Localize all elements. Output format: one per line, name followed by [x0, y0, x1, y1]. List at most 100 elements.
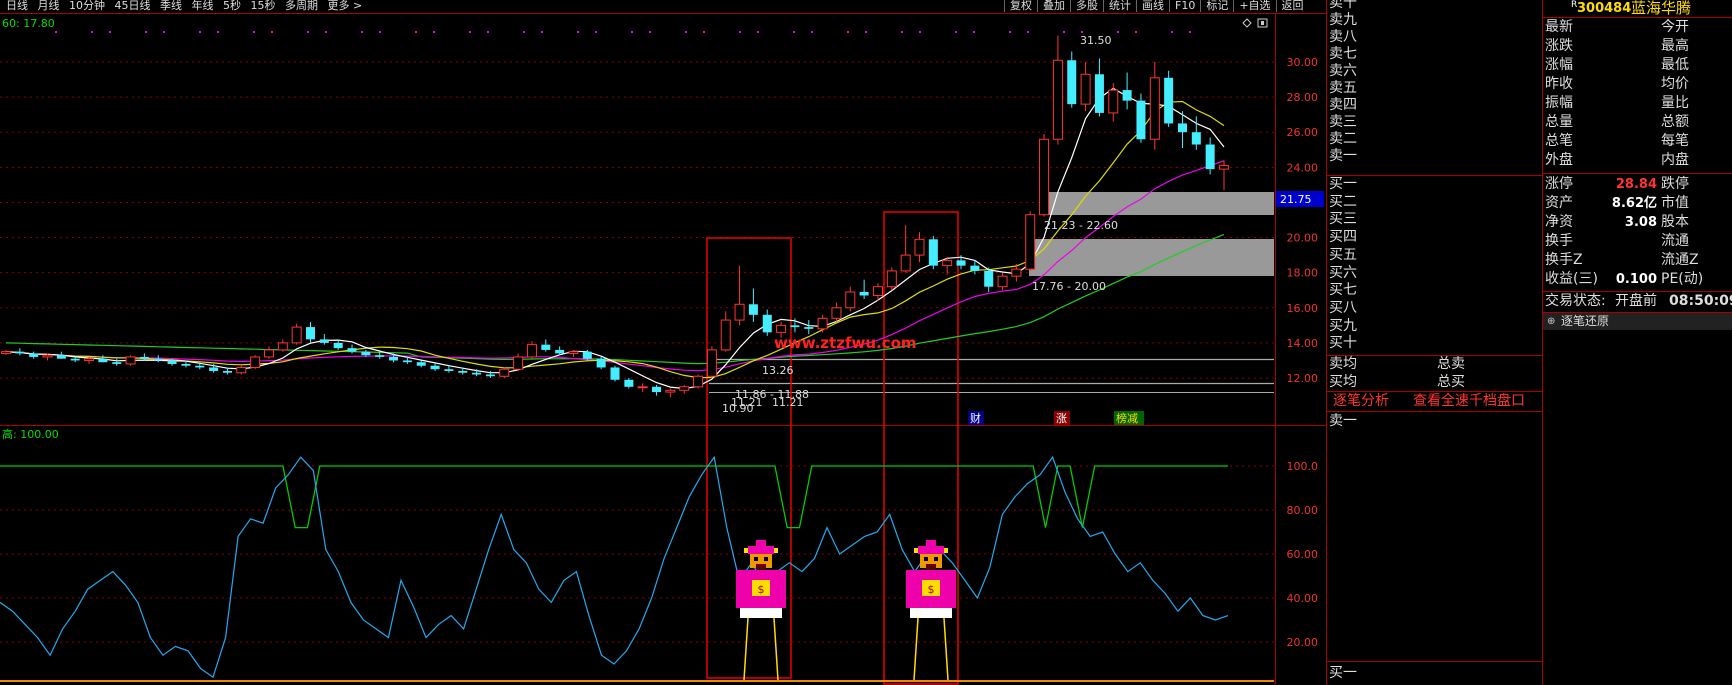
candle-body: [928, 239, 938, 266]
quote-field-label: 振幅: [1545, 95, 1573, 111]
candle-body: [679, 386, 690, 391]
candle-body: [1011, 268, 1022, 277]
candle-body: [15, 351, 25, 354]
quote-field-value: 3.08: [1624, 215, 1657, 230]
candle-body: [263, 349, 274, 358]
candle-body: [361, 351, 371, 356]
candle-body: [485, 374, 495, 377]
indicator-tick-label: 60.00: [1287, 548, 1319, 561]
low-label-c: 10.90: [722, 402, 754, 415]
quote-field-label: 流通: [1661, 233, 1689, 249]
candle-body: [513, 356, 524, 370]
orderbook-divider: [1327, 411, 1542, 412]
quote-field-label: 涨幅: [1545, 57, 1573, 73]
candle-body: [984, 270, 994, 287]
stock-code: 300484: [1577, 1, 1632, 16]
candle-body: [596, 358, 606, 368]
quote-field-label: 最新: [1545, 19, 1573, 35]
indicator-axis: 100.0 80.00 60.00 40.00 20.00: [1287, 460, 1319, 649]
candle-body: [499, 368, 510, 377]
signal-dot: [1171, 31, 1173, 33]
tick-analysis-link[interactable]: 逐笔分析: [1333, 393, 1389, 410]
svg-text:$: $: [928, 583, 935, 596]
bid-level-label: 买一: [1329, 176, 1357, 192]
quote-field-label: 涨跌: [1545, 38, 1573, 54]
kline-chart[interactable]: $ $ 60: 17.80 高: 100.00 31.50 21.23 - 22…: [0, 0, 1326, 685]
sell-average-label: 卖均: [1329, 356, 1357, 372]
signal-dot: [253, 31, 255, 33]
signal-dot: [1063, 31, 1065, 33]
svg-text:$: $: [758, 583, 765, 596]
signal-dot: [55, 31, 57, 33]
order-book-panel: 卖十 卖九 卖八 卖七 卖六 卖五 卖四 卖三 卖二 卖一 买一 买二 买三 买四 买五 买六 买七 买八 买九买…: [1326, 0, 1542, 685]
candle-body: [1205, 144, 1215, 170]
tick-restore-bar[interactable]: ⊕ 逐笔还原: [1543, 313, 1732, 330]
candle-body: [872, 286, 883, 296]
indicator-tick-label: 100.0: [1287, 460, 1319, 473]
signal-dot: [955, 31, 957, 33]
orderbook-divider: [1327, 355, 1542, 356]
ask-level-label: 卖二: [1329, 131, 1357, 147]
candle-body: [375, 355, 385, 357]
signal-dot: [685, 31, 687, 33]
quote-divider: [1543, 17, 1732, 18]
candle-body: [956, 260, 966, 266]
bid-level-label: 买八: [1329, 299, 1357, 316]
price-tick-label: 28.00: [1287, 91, 1319, 104]
bid-level-label: 买五: [1329, 246, 1357, 263]
price-tick-label: 18.00: [1287, 267, 1319, 280]
candle-body: [458, 370, 468, 373]
signal-dot: [595, 31, 597, 33]
depth-view-link[interactable]: 查看全速千档盘口: [1413, 393, 1525, 410]
tag-ranking-label: 榜减: [1116, 411, 1138, 425]
candle-body: [1080, 73, 1091, 105]
quote-field-label: 每笔: [1661, 133, 1689, 149]
window-icon[interactable]: [1257, 18, 1268, 28]
buy1-label: 买一: [1329, 665, 1357, 681]
candle-body: [347, 348, 357, 352]
bid-level-label: 买九: [1329, 317, 1357, 334]
indicator-high-line: [0, 465, 1228, 529]
signal-dot: [577, 31, 579, 33]
candle-body: [98, 358, 108, 363]
signal-dot: [469, 31, 471, 33]
candle-body: [886, 270, 897, 288]
indicator-tick-label: 20.00: [1287, 636, 1319, 649]
candle-body: [222, 370, 232, 373]
candle-body: [859, 291, 869, 296]
candle-body: [748, 304, 758, 315]
quote-field-label: 外盘: [1545, 152, 1573, 168]
candle-body: [250, 356, 261, 368]
candle-body: [568, 351, 579, 354]
candle-body: [1177, 123, 1187, 133]
high-price-label: 31.50: [1080, 34, 1112, 47]
signal-dot: [973, 31, 975, 33]
signal-dot: [865, 31, 867, 33]
candle-body: [1122, 90, 1132, 101]
price-tick-label: 12.00: [1287, 372, 1319, 385]
ask-level-label: 卖七: [1329, 46, 1357, 62]
stock-name: 蓝海华腾: [1631, 0, 1692, 17]
candle-body: [319, 339, 329, 343]
candle-body: [291, 326, 302, 344]
orderbook-divider: [1327, 175, 1542, 176]
stock-chart-app: 日线 月线 10分钟 45日线 季线 年线 5秒 15秒 多周期 更多 > 复权…: [0, 0, 1732, 685]
price-tick-label: 24.00: [1287, 161, 1319, 174]
candle-body: [914, 238, 925, 256]
signal-dot: [1135, 31, 1137, 33]
signal-dot: [415, 31, 417, 33]
bid-level-label: 买六: [1329, 264, 1357, 281]
indicator-tick-label: 80.00: [1287, 504, 1319, 517]
quote-field-label: 总额: [1661, 114, 1689, 130]
sell1-label: 卖一: [1329, 413, 1357, 429]
candle-body: [652, 386, 662, 393]
price-tick-label: 26.00: [1287, 126, 1319, 139]
ma5-line: [5, 87, 1225, 390]
quote-field-label: 今开: [1661, 19, 1689, 35]
candle-body: [804, 327, 814, 329]
candle-body: [1149, 77, 1160, 140]
candle-body: [112, 362, 122, 364]
candle-body: [56, 355, 66, 359]
candle-body: [706, 349, 717, 377]
diamond-icon[interactable]: [1242, 18, 1252, 28]
